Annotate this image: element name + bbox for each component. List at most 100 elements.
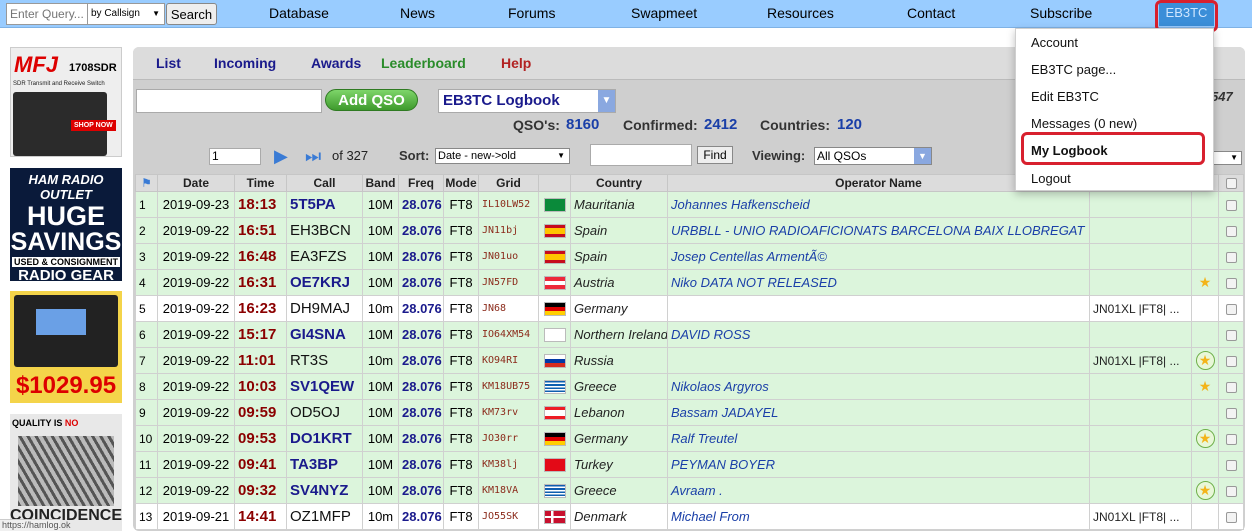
table-row[interactable]: 13 2019-09-21 14:41 OZ1MFP 10m 28.076 FT8 JO55S… xyxy=(135,503,1244,530)
star-circle-icon[interactable]: ★ xyxy=(1195,429,1215,448)
qso-operator[interactable]: Johannes Hafkenscheid xyxy=(667,191,1090,218)
qso-call[interactable]: OD5OJ xyxy=(286,399,363,426)
header-select[interactable] xyxy=(1218,174,1244,192)
tab-awards[interactable]: Awards xyxy=(311,55,361,71)
qso-call[interactable]: TA3BP xyxy=(286,451,363,478)
row-checkbox[interactable] xyxy=(1225,304,1237,316)
qso-call[interactable]: EA3FZS xyxy=(286,243,363,270)
header-freq[interactable]: Freq xyxy=(398,174,444,192)
star-icon[interactable]: ★ xyxy=(1199,378,1212,394)
header-grid[interactable]: Grid xyxy=(478,174,539,192)
header-call[interactable]: Call xyxy=(286,174,363,192)
table-row[interactable]: 2 2019-09-22 16:51 EH3BCN 10M 28.076 FT8 JN11bj… xyxy=(135,217,1244,244)
qso-select-cell[interactable] xyxy=(1218,217,1244,244)
mfj-shop-now[interactable]: SHOP NOW xyxy=(71,120,116,131)
star-circle-icon[interactable]: ★ xyxy=(1195,481,1215,500)
nav-swapmeet[interactable]: Swapmeet xyxy=(631,5,697,21)
row-checkbox[interactable] xyxy=(1225,252,1237,264)
nav-resources[interactable]: Resources xyxy=(767,5,834,21)
qso-select-cell[interactable] xyxy=(1218,425,1244,452)
qso-call[interactable]: EH3BCN xyxy=(286,217,363,244)
sort-select[interactable]: Date - new->old ▼ xyxy=(435,148,570,164)
menu-edit-user[interactable]: Edit EB3TC xyxy=(1031,89,1099,104)
star-circle-icon[interactable]: ★ xyxy=(1195,351,1215,370)
row-checkbox[interactable] xyxy=(1225,512,1237,524)
qso-operator[interactable] xyxy=(667,347,1090,374)
qso-operator[interactable]: Michael From xyxy=(667,503,1090,530)
qso-select-cell[interactable] xyxy=(1218,399,1244,426)
star-icon[interactable]: ★ xyxy=(1199,274,1212,290)
qso-operator[interactable]: Bassam JADAYEL xyxy=(667,399,1090,426)
search-type-select[interactable]: by Callsign ▼ xyxy=(87,3,165,25)
menu-messages[interactable]: Messages (0 new) xyxy=(1031,116,1137,131)
table-row[interactable]: 4 2019-09-22 16:31 OE7KRJ 10M 28.076 FT8 JN57FD… xyxy=(135,269,1244,296)
row-checkbox[interactable] xyxy=(1225,356,1237,368)
qso-operator[interactable]: Avraam . xyxy=(667,477,1090,504)
qso-select-cell[interactable] xyxy=(1218,347,1244,374)
nav-forums[interactable]: Forums xyxy=(508,5,555,21)
row-checkbox[interactable] xyxy=(1225,408,1237,420)
viewing-select[interactable]: All QSOs ▼ xyxy=(814,147,932,165)
qso-select-cell[interactable] xyxy=(1218,295,1244,322)
nav-database[interactable]: Database xyxy=(269,5,329,21)
ad-ham-radio-outlet[interactable]: HAM RADIO OUTLET HUGE SAVINGS USED & CON… xyxy=(10,168,122,281)
table-row[interactable]: 1 2019-09-23 18:13 5T5PA 10M 28.076 FT8 IL10LW5… xyxy=(135,191,1244,218)
qso-select-cell[interactable] xyxy=(1218,503,1244,530)
nav-contact[interactable]: Contact xyxy=(907,5,955,21)
qso-call[interactable]: 5T5PA xyxy=(286,191,363,218)
row-checkbox[interactable] xyxy=(1225,460,1237,472)
menu-account[interactable]: Account xyxy=(1031,35,1078,50)
qso-operator[interactable]: URBBLL - UNIO RADIOAFICIONATS BARCELONA … xyxy=(667,217,1090,244)
tab-incoming[interactable]: Incoming xyxy=(214,55,276,71)
table-row[interactable]: 3 2019-09-22 16:48 EA3FZS 10M 28.076 FT8 JN01uo… xyxy=(135,243,1244,270)
ad-coincidence[interactable]: QUALITY IS NO COINCIDENCE xyxy=(10,414,122,531)
qso-call[interactable]: GI4SNA xyxy=(286,321,363,348)
table-row[interactable]: 6 2019-09-22 15:17 GI4SNA 10M 28.076 FT8 IO64XM… xyxy=(135,321,1244,348)
qso-select-cell[interactable] xyxy=(1218,451,1244,478)
ad-transceiver[interactable]: $1029.95 xyxy=(10,291,122,403)
row-checkbox[interactable] xyxy=(1225,226,1237,238)
qso-operator[interactable]: Josep Centellas ArmentÃ© xyxy=(667,243,1090,270)
qso-call[interactable]: DH9MAJ xyxy=(286,295,363,322)
table-row[interactable]: 8 2019-09-22 10:03 SV1QEW 10M 28.076 FT8 KM18UB… xyxy=(135,373,1244,400)
flag-column-header[interactable]: ⚑ xyxy=(135,174,158,192)
qso-call[interactable]: DO1KRT xyxy=(286,425,363,452)
qso-select-cell[interactable] xyxy=(1218,373,1244,400)
table-row[interactable]: 11 2019-09-22 09:41 TA3BP 10M 28.076 FT8 KM38lj… xyxy=(135,451,1244,478)
table-row[interactable]: 9 2019-09-22 09:59 OD5OJ 10M 28.076 FT8 KM73rv L… xyxy=(135,399,1244,426)
qso-call[interactable]: OZ1MFP xyxy=(286,503,363,530)
header-country[interactable]: Country xyxy=(570,174,668,192)
header-time[interactable]: Time xyxy=(234,174,287,192)
qso-operator[interactable]: Niko DATA NOT RELEASED xyxy=(667,269,1090,296)
qso-operator[interactable]: Ralf Treutel xyxy=(667,425,1090,452)
qso-operator[interactable]: PEYMAN BOYER xyxy=(667,451,1090,478)
table-row[interactable]: 5 2019-09-22 16:23 DH9MAJ 10m 28.076 FT8 JN68 Ge… xyxy=(135,295,1244,322)
qso-operator[interactable]: DAVID ROSS xyxy=(667,321,1090,348)
table-row[interactable]: 10 2019-09-22 09:53 DO1KRT 10M 28.076 FT8 JO30r… xyxy=(135,425,1244,452)
find-button[interactable]: Find xyxy=(697,146,733,164)
search-button[interactable]: Search xyxy=(166,3,217,25)
qso-operator[interactable]: Nikolaos Argyros xyxy=(667,373,1090,400)
page-number-input[interactable]: 1 xyxy=(209,148,261,165)
qso-select-cell[interactable] xyxy=(1218,477,1244,504)
header-date[interactable]: Date xyxy=(157,174,235,192)
last-page-icon[interactable]: ⏭ xyxy=(305,146,321,166)
search-input[interactable] xyxy=(6,3,88,25)
nav-news[interactable]: News xyxy=(400,5,435,21)
add-qso-button[interactable]: Add QSO xyxy=(325,89,418,111)
row-checkbox[interactable] xyxy=(1225,330,1237,342)
row-checkbox[interactable] xyxy=(1225,434,1237,446)
row-checkbox[interactable] xyxy=(1225,382,1237,394)
qso-select-cell[interactable] xyxy=(1218,269,1244,296)
quick-qso-input[interactable] xyxy=(136,89,322,113)
header-band[interactable]: Band xyxy=(362,174,399,192)
ad-mfj[interactable]: MFJ 1708SDR SDR Transmit and Receive Swi… xyxy=(10,47,122,157)
qso-call[interactable]: SV4NYZ xyxy=(286,477,363,504)
tab-help[interactable]: Help xyxy=(501,55,531,71)
tab-leaderboard[interactable]: Leaderboard xyxy=(381,55,466,71)
header-mode[interactable]: Mode xyxy=(443,174,479,192)
tab-list[interactable]: List xyxy=(156,55,181,71)
row-checkbox[interactable] xyxy=(1225,278,1237,290)
qso-call[interactable]: RT3S xyxy=(286,347,363,374)
menu-user-page[interactable]: EB3TC page... xyxy=(1031,62,1116,77)
